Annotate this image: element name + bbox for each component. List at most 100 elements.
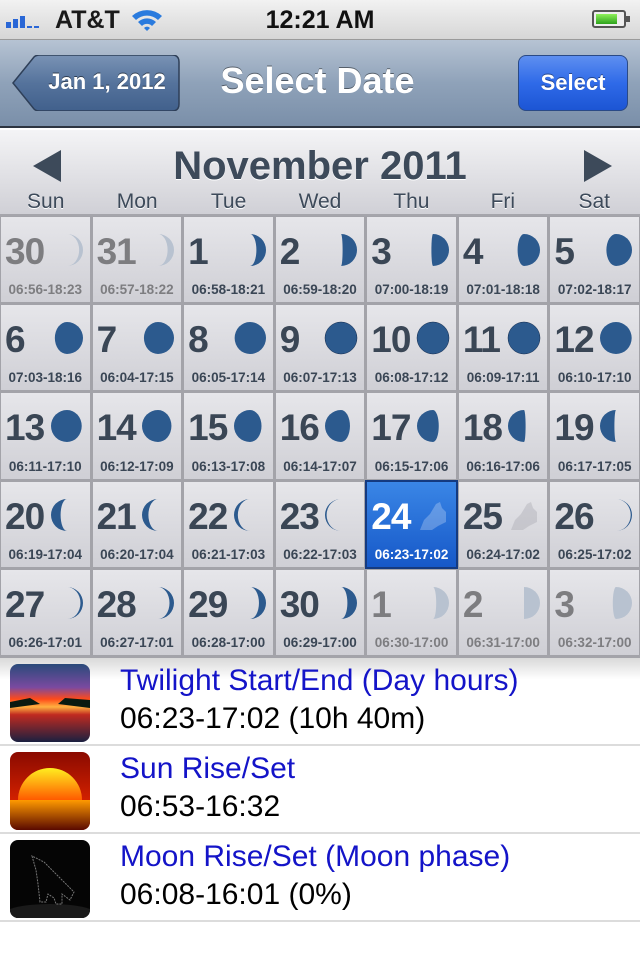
day-cell[interactable]: 12 06:10-17:10	[550, 305, 639, 391]
day-times: 06:04-17:15	[100, 370, 174, 386]
list-item-moon[interactable]: Moon Rise/Set (Moon phase) 06:08-16:01 (…	[0, 834, 640, 922]
calendar-grid: 30 06:56-18:23 31 06:57-18:22 1 06:58-18:21 2 0…	[0, 216, 640, 658]
day-cell[interactable]: 4 07:01-18:18	[458, 217, 548, 303]
day-cell[interactable]: 19 06:17-17:05	[550, 393, 639, 479]
day-cell[interactable]: 10 06:08-17:12	[367, 305, 456, 391]
day-times: 06:58-18:21	[191, 282, 266, 298]
sun-title: Sun Rise/Set	[120, 752, 296, 785]
twilight-value: 06:23-17:02 (10h 40m)	[120, 702, 426, 735]
day-number: 1	[188, 231, 209, 272]
moon-phase-icon	[341, 234, 358, 266]
day-cell[interactable]: 22 06:21-17:03	[184, 481, 273, 567]
day-times: 06:09-17:11	[466, 370, 540, 386]
day-times: 06:57-18:22	[100, 282, 174, 298]
moon-phase-icon	[142, 410, 172, 443]
day-cell[interactable]: 2 06:31-17:00	[458, 569, 548, 655]
day-times: 06:30-17:00	[374, 634, 449, 650]
twilight-icon	[10, 664, 90, 742]
day-number: 23	[279, 495, 320, 537]
day-cell[interactable]: 16 06:14-17:07	[275, 393, 365, 479]
moon-phase-icon	[158, 234, 175, 266]
day-number: 3	[554, 583, 575, 625]
day-number: 24	[371, 495, 411, 537]
moon-phase-icon	[606, 234, 632, 266]
day-cell[interactable]: 7 06:04-17:15	[92, 305, 182, 391]
day-cell[interactable]: 25 06:24-17:02	[458, 481, 548, 567]
list-item-sun[interactable]: Sun Rise/Set 06:53-16:32	[0, 746, 640, 834]
day-cell[interactable]: 18 06:16-17:06	[458, 393, 548, 479]
day-cell[interactable]: 27 06:26-17:01	[1, 569, 90, 655]
moon-phase-icon	[50, 410, 82, 443]
wolf-silhouette-icon	[511, 501, 538, 530]
day-number: 20	[5, 495, 45, 537]
day-cell[interactable]: 3 06:32-17:00	[550, 569, 639, 655]
day-number: 4	[462, 231, 484, 272]
day-details-list: Twilight Start/End (Day hours) 06:23-17:…	[0, 658, 640, 922]
clock: 12:21 AM	[265, 6, 375, 34]
day-cell[interactable]: 1 06:30-17:00	[367, 569, 456, 655]
moon-phase-icon	[508, 321, 541, 355]
moon-phase-icon	[612, 586, 632, 619]
back-button-label: Jan 1, 2012	[48, 69, 166, 94]
day-times: 06:56-18:23	[8, 282, 83, 298]
day-times: 07:00-18:19	[374, 282, 449, 298]
day-cell[interactable]: 29 06:28-17:00	[184, 569, 273, 655]
sunset-icon	[10, 752, 90, 830]
day-cell[interactable]: 3 07:00-18:19	[367, 217, 456, 303]
day-cell[interactable]: 1 06:58-18:21	[184, 217, 273, 303]
day-cell[interactable]: 2 06:59-18:20	[275, 217, 365, 303]
day-times: 06:32-17:00	[557, 634, 632, 650]
day-number: 1	[371, 583, 392, 625]
day-number: 19	[554, 407, 594, 449]
day-cell[interactable]: 20 06:19-17:04	[1, 481, 90, 567]
back-button[interactable]: Jan 1, 2012	[12, 55, 180, 111]
navigation-bar: Jan 1, 2012 Select Date Select	[0, 40, 640, 128]
day-times: 06:07-17:13	[283, 370, 357, 386]
day-cell[interactable]: 17 06:15-17:06	[367, 393, 456, 479]
day-cell[interactable]: 11 06:09-17:11	[458, 305, 548, 391]
day-times: 06:31-17:00	[466, 634, 540, 650]
weekday-labels: Sun Mon Tue Wed Thu Fri Sat	[0, 190, 640, 214]
calendar-header: November 2011 Sun Mon Tue Wed Thu Fri Sa…	[0, 130, 640, 216]
day-cell[interactable]: 24 06:23-17:02	[365, 479, 458, 569]
day-cell[interactable]: 13 06:11-17:10	[1, 393, 90, 479]
day-times: 06:12-17:09	[100, 458, 174, 474]
moon-phase-icon	[325, 321, 358, 355]
moon-phase-icon	[432, 586, 449, 619]
day-number: 14	[96, 407, 137, 449]
day-cell[interactable]: 6 07:03-18:16	[1, 305, 90, 391]
day-cell[interactable]: 21 06:20-17:04	[92, 481, 182, 567]
day-times: 06:25-17:02	[557, 546, 632, 562]
day-number: 8	[188, 319, 209, 361]
moon-phase-icon	[325, 498, 342, 531]
day-number: 15	[188, 407, 228, 449]
moon-phase-icon	[144, 322, 175, 355]
day-times: 06:21-17:03	[191, 546, 266, 562]
day-times: 06:23-17:02	[374, 546, 449, 562]
moon-phase-icon	[234, 322, 266, 355]
day-times: 06:16-17:06	[466, 458, 540, 474]
day-cell[interactable]: 15 06:13-17:08	[184, 393, 273, 479]
moon-phase-icon	[416, 410, 439, 443]
weekday-label: Tue	[210, 190, 247, 213]
list-item-twilight[interactable]: Twilight Start/End (Day hours) 06:23-17:…	[0, 658, 640, 746]
day-cell[interactable]: 23 06:22-17:03	[275, 481, 365, 567]
moon-phase-icon	[66, 586, 83, 619]
day-number: 16	[279, 407, 320, 449]
select-button[interactable]: Select	[518, 55, 628, 111]
day-cell[interactable]: 9 06:07-17:13	[275, 305, 365, 391]
howling-wolf-icon	[10, 840, 90, 918]
day-number: 5	[554, 231, 575, 272]
day-cell[interactable]: 8 06:05-17:14	[184, 305, 273, 391]
day-number: 10	[371, 319, 411, 361]
day-cell[interactable]: 31 06:57-18:22	[92, 217, 182, 303]
moon-value: 06:08-16:01 (0%)	[120, 878, 352, 911]
day-cell[interactable]: 28 06:27-17:01	[92, 569, 182, 655]
day-cell[interactable]: 30 06:56-18:23	[1, 217, 90, 303]
day-cell[interactable]: 5 07:02-18:17	[550, 217, 639, 303]
next-month-arrow-icon[interactable]	[584, 150, 612, 182]
day-cell[interactable]: 14 06:12-17:09	[92, 393, 182, 479]
day-cell[interactable]: 30 06:29-17:00	[275, 569, 365, 655]
day-number: 7	[96, 319, 118, 361]
day-cell[interactable]: 26 06:25-17:02	[550, 481, 639, 567]
